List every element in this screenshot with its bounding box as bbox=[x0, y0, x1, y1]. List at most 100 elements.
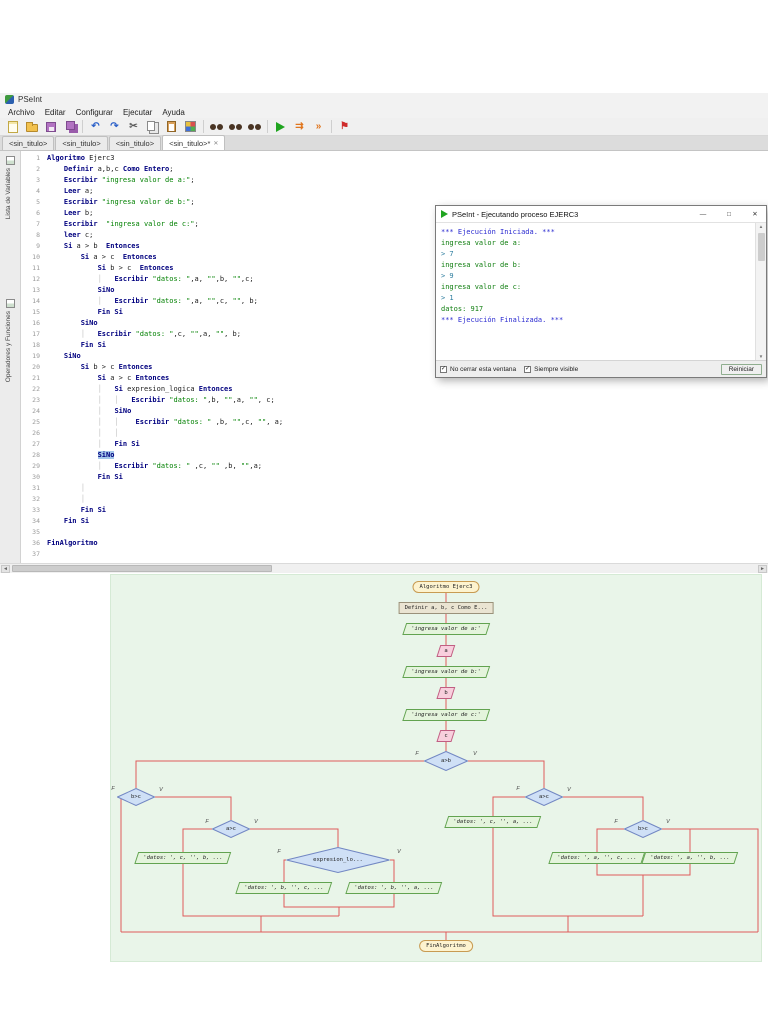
reiniciar-button[interactable]: Reiniciar bbox=[721, 364, 762, 375]
run-button[interactable] bbox=[272, 119, 289, 135]
siempre-visible-checkbox[interactable]: ✓ Siempre visible bbox=[524, 366, 578, 373]
flow-node-out_acb[interactable]: 'datos: ', a, '', c, ... bbox=[548, 852, 645, 864]
editor-horizontal-scrollbar[interactable]: ◄ ► bbox=[0, 563, 768, 573]
minimize-button[interactable]: — bbox=[692, 206, 714, 222]
code-text: Fin Si bbox=[47, 307, 123, 318]
code-line[interactable]: 24 │ SiNo bbox=[21, 406, 768, 417]
cut-button[interactable]: ✂ bbox=[125, 119, 142, 135]
scroll-left-icon[interactable]: ◄ bbox=[1, 565, 10, 573]
code-line[interactable]: 33 Fin Si bbox=[21, 505, 768, 516]
code-text: Fin Si bbox=[47, 472, 123, 483]
code-text: SiNo bbox=[47, 318, 98, 329]
code-line[interactable]: 31 │ bbox=[21, 483, 768, 494]
flow-node-out_abc[interactable]: 'datos: ', a, '', b, ... bbox=[641, 852, 738, 864]
console-line: ingresa valor de a: bbox=[441, 238, 750, 249]
code-line[interactable]: 25 │ │ Escribir "datos: " ,b, "",c, "", … bbox=[21, 417, 768, 428]
redo-button[interactable]: ↷ bbox=[106, 119, 123, 135]
close-button[interactable]: ✕ bbox=[744, 206, 766, 222]
breakpoint-button[interactable]: ⚑ bbox=[336, 119, 353, 135]
code-line[interactable]: 3 Escribir "ingresa valor de a:"; bbox=[21, 175, 768, 186]
edit-flowchart-button[interactable] bbox=[182, 119, 199, 135]
flow-node-d_ac2[interactable]: a>c bbox=[212, 820, 250, 838]
no-cerrar-checkbox[interactable]: ✓ No cerrar esta ventana bbox=[440, 366, 516, 373]
tab-sin-titulo[interactable]: <sin_titulo> bbox=[2, 136, 54, 150]
flow-node-out_bac[interactable]: 'datos: ', b, '', a, ... bbox=[345, 882, 442, 894]
variables-panel-tab[interactable]: Lista de Variables bbox=[5, 168, 12, 219]
scrollbar-thumb[interactable] bbox=[12, 565, 272, 572]
flow-node-out_cab[interactable]: 'datos: ', c, '', a, ... bbox=[444, 816, 541, 828]
flow-node-start[interactable]: Algoritmo Ejerc3 bbox=[413, 581, 480, 593]
console-line: *** Ejecución Finalizada. *** bbox=[441, 315, 750, 326]
open-file-button[interactable] bbox=[23, 119, 40, 135]
scroll-up-icon[interactable]: ▲ bbox=[759, 224, 763, 229]
console-scrollbar-thumb[interactable] bbox=[758, 233, 765, 261]
code-line[interactable]: 1Algoritmo Ejerc3 bbox=[21, 153, 768, 164]
run-auto-button[interactable]: » bbox=[310, 119, 327, 135]
menu-item-configurar[interactable]: Configurar bbox=[71, 108, 118, 117]
flow-node-out_b[interactable]: 'ingresa valor de b:' bbox=[402, 666, 489, 678]
code-line[interactable]: 4 Leer a; bbox=[21, 186, 768, 197]
undo-button[interactable]: ↶ bbox=[87, 119, 104, 135]
copy-button[interactable] bbox=[144, 119, 161, 135]
scroll-right-icon[interactable]: ► bbox=[758, 565, 767, 573]
line-number: 13 bbox=[21, 285, 47, 296]
find-button[interactable] bbox=[208, 119, 225, 135]
flow-node-label: a bbox=[444, 648, 447, 654]
flow-node-label: Definir a, b, c Como E... bbox=[405, 605, 488, 611]
code-line[interactable]: 27 │ Fin Si bbox=[21, 439, 768, 450]
console-scrollbar[interactable]: ▲ ▼ bbox=[755, 223, 766, 360]
code-line[interactable]: 23 │ │ Escribir "datos: ",b, "",a, "", c… bbox=[21, 395, 768, 406]
save-button[interactable] bbox=[42, 119, 59, 135]
flow-node-label: c bbox=[444, 733, 447, 739]
find-next-button[interactable] bbox=[227, 119, 244, 135]
code-line[interactable]: 35 bbox=[21, 527, 768, 538]
maximize-button[interactable]: □ bbox=[718, 206, 740, 222]
line-number: 30 bbox=[21, 472, 47, 483]
run-step-button[interactable]: ⇉ bbox=[291, 119, 308, 135]
toolbar-separator bbox=[267, 120, 268, 133]
code-line[interactable]: 37 bbox=[21, 549, 768, 560]
execution-window[interactable]: PSeInt - Ejecutando proceso EJERC3 — □ ✕… bbox=[435, 205, 767, 378]
tab-sin-titulo[interactable]: <sin_titulo>*✕ bbox=[162, 135, 225, 150]
flow-node-d_expr[interactable]: expresion_lo... bbox=[286, 847, 390, 873]
code-line[interactable]: 32 │ bbox=[21, 494, 768, 505]
menu-item-ejecutar[interactable]: Ejecutar bbox=[118, 108, 157, 117]
flow-node-d_bc2[interactable]: b>c bbox=[624, 820, 662, 838]
code-line[interactable]: 2 Definir a,b,c Como Entero; bbox=[21, 164, 768, 175]
scroll-down-icon[interactable]: ▼ bbox=[759, 354, 763, 359]
variables-panel-icon[interactable] bbox=[6, 156, 15, 165]
flow-node-out_a[interactable]: 'ingresa valor de a:' bbox=[402, 623, 489, 635]
flow-node-d_ac1[interactable]: a>c bbox=[525, 788, 563, 806]
find-next-icon bbox=[229, 124, 242, 130]
replace-button[interactable] bbox=[246, 119, 263, 135]
tab-sin-titulo[interactable]: <sin_titulo> bbox=[55, 136, 107, 150]
code-line[interactable]: 22 │ Si expresion_logica Entonces bbox=[21, 384, 768, 395]
code-line[interactable]: 28 SiNo bbox=[21, 450, 768, 461]
functions-panel-tab[interactable]: Operadores y Funciones bbox=[5, 311, 12, 382]
save-all-button[interactable] bbox=[61, 119, 78, 135]
flow-node-d_ab[interactable]: a>b bbox=[424, 751, 468, 771]
flow-node-define[interactable]: Definir a, b, c Como E... bbox=[399, 602, 494, 614]
code-line[interactable]: 29 │ Escribir "datos: " ,c, "" ,b, "",a; bbox=[21, 461, 768, 472]
flow-node-d_bc1[interactable]: b>c bbox=[117, 788, 155, 806]
functions-panel-icon[interactable] bbox=[6, 299, 15, 308]
flow-node-out_bca[interactable]: 'datos: ', b, '', c, ... bbox=[235, 882, 332, 894]
flow-node-out_cba[interactable]: 'datos: ', c, '', b, ... bbox=[134, 852, 231, 864]
code-line[interactable]: 34 Fin Si bbox=[21, 516, 768, 527]
code-line[interactable]: 30 Fin Si bbox=[21, 472, 768, 483]
code-line[interactable]: 36FinAlgoritmo bbox=[21, 538, 768, 549]
tab-sin-titulo[interactable]: <sin_titulo> bbox=[109, 136, 161, 150]
flow-node-end[interactable]: FinAlgoritmo bbox=[419, 940, 473, 952]
console-output[interactable]: *** Ejecución Iniciada. ***ingresa valor… bbox=[436, 223, 755, 360]
flow-node-out_c[interactable]: 'ingresa valor de c:' bbox=[402, 709, 489, 721]
menu-item-editar[interactable]: Editar bbox=[40, 108, 71, 117]
tab-close-icon[interactable]: ✕ bbox=[213, 140, 218, 147]
paste-button[interactable] bbox=[163, 119, 180, 135]
line-number: 36 bbox=[21, 538, 47, 549]
code-line[interactable]: 26 │ │ bbox=[21, 428, 768, 439]
new-file-button[interactable] bbox=[4, 119, 21, 135]
execution-window-footer: ✓ No cerrar esta ventana ✓ Siempre visib… bbox=[436, 360, 766, 377]
code-text: leer c; bbox=[47, 230, 93, 241]
menu-item-archivo[interactable]: Archivo bbox=[3, 108, 40, 117]
menu-item-ayuda[interactable]: Ayuda bbox=[157, 108, 190, 117]
